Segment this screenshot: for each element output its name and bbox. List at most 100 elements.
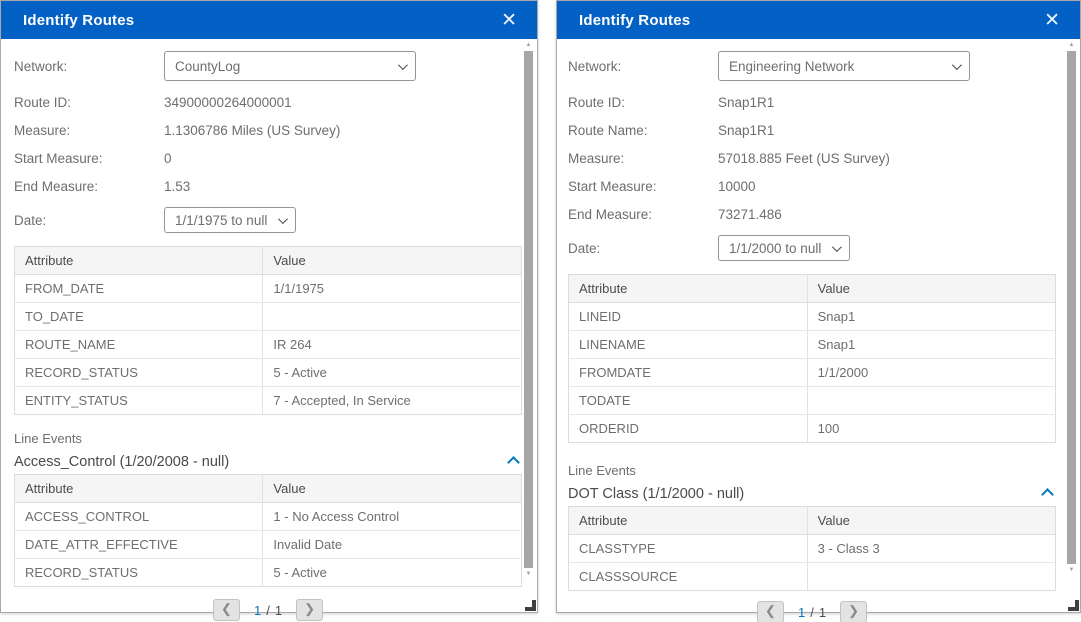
next-page-button[interactable]: ❯ (296, 599, 323, 621)
value-header: Value (807, 507, 1055, 535)
page-separator: / (810, 605, 814, 620)
vertical-scrollbar[interactable]: ▲ ▼ (523, 41, 534, 578)
measure-label: Measure: (14, 123, 164, 138)
line-events-label: Line Events (568, 463, 1056, 478)
pagination: ❮ 1 / 1 ❯ (14, 599, 522, 621)
table-header-row: Attribute Value (15, 247, 522, 275)
value-cell: 1 - No Access Control (263, 503, 522, 531)
date-select[interactable]: 1/1/2000 to null (718, 235, 850, 261)
attribute-cell: DATE_ATTR_EFFECTIVE (15, 531, 263, 559)
collapse-chevron-up-icon[interactable] (507, 456, 520, 469)
table-row: TODATE (569, 387, 1056, 415)
attribute-cell: RECORD_STATUS (15, 359, 263, 387)
resize-handle[interactable] (1068, 600, 1079, 611)
network-select[interactable]: Engineering Network (718, 51, 970, 81)
attribute-header: Attribute (569, 275, 808, 303)
line-event-attribute-table: Attribute Value ACCESS_CONTROL 1 - No Ac… (14, 474, 522, 587)
previous-page-button[interactable]: ❮ (213, 599, 240, 621)
line-event-section-header: DOT Class (1/1/2000 - null) (568, 486, 1056, 502)
network-field-row: Network: Engineering Network (568, 50, 1056, 82)
collapse-chevron-up-icon[interactable] (1041, 488, 1054, 501)
page-separator: / (266, 603, 270, 618)
resize-handle[interactable] (525, 600, 536, 611)
table-row: CLASSSOURCE (569, 563, 1056, 591)
line-events-label: Line Events (14, 431, 522, 446)
end-measure-value: 1.53 (164, 179, 190, 194)
attribute-cell: FROM_DATE (15, 275, 263, 303)
attribute-cell: ENTITY_STATUS (15, 387, 263, 415)
table-row: LINENAME Snap1 (569, 331, 1056, 359)
value-cell: IR 264 (263, 331, 522, 359)
attribute-cell: CLASSSOURCE (569, 563, 808, 591)
chevron-down-icon (952, 60, 962, 70)
scrollbar-up-icon[interactable]: ▲ (1069, 41, 1075, 49)
identify-routes-panel-right: Identify Routes ✕ Network: Engineering N… (556, 0, 1081, 613)
page-indicator: 1 / 1 (254, 603, 282, 618)
network-select-value: Engineering Network (729, 59, 854, 74)
date-select[interactable]: 1/1/1975 to null (164, 207, 296, 233)
value-header: Value (807, 275, 1055, 303)
scrollbar-down-icon[interactable]: ▼ (526, 570, 532, 578)
attribute-header: Attribute (15, 475, 263, 503)
line-event-attribute-table: Attribute Value CLASSTYPE 3 - Class 3 CL… (568, 506, 1056, 591)
identify-routes-panel-left: Identify Routes ✕ Network: CountyLog Rou… (0, 0, 538, 613)
route-id-row: Route ID: 34900000264000001 (14, 88, 522, 116)
next-page-button[interactable]: ❯ (840, 601, 867, 622)
start-measure-label: Start Measure: (14, 151, 164, 166)
pagination: ❮ 1 / 1 ❯ (568, 601, 1056, 622)
attribute-cell: ORDERID (569, 415, 808, 443)
table-header-row: Attribute Value (569, 507, 1056, 535)
total-pages: 1 (819, 605, 826, 620)
value-cell: 1/1/1975 (263, 275, 522, 303)
value-cell: Snap1 (807, 331, 1055, 359)
table-row: TO_DATE (15, 303, 522, 331)
network-label: Network: (14, 59, 164, 74)
scrollbar-thumb[interactable] (524, 51, 533, 568)
route-id-label: Route ID: (568, 95, 718, 110)
network-select[interactable]: CountyLog (164, 51, 416, 81)
network-select-value: CountyLog (175, 59, 240, 74)
panel-title: Identify Routes (23, 12, 134, 29)
value-header: Value (263, 247, 522, 275)
value-cell: 100 (807, 415, 1055, 443)
attribute-cell: FROMDATE (569, 359, 808, 387)
attribute-cell: LINEID (569, 303, 808, 331)
close-icon[interactable]: ✕ (497, 9, 521, 32)
close-icon[interactable]: ✕ (1040, 9, 1064, 32)
scrollbar-up-icon[interactable]: ▲ (526, 41, 532, 49)
attribute-cell: TODATE (569, 387, 808, 415)
attribute-header: Attribute (15, 247, 263, 275)
attribute-header: Attribute (569, 507, 808, 535)
vertical-scrollbar[interactable]: ▲ ▼ (1066, 41, 1077, 574)
attribute-cell: CLASSTYPE (569, 535, 808, 563)
route-id-value: 34900000264000001 (164, 95, 292, 110)
network-label: Network: (568, 59, 718, 74)
route-name-value: Snap1R1 (718, 123, 774, 138)
date-field-row: Date: 1/1/2000 to null (568, 232, 1056, 264)
value-cell (263, 303, 522, 331)
panel-content: Network: CountyLog Route ID: 34900000264… (1, 39, 537, 612)
line-event-section-title: Access_Control (1/20/2008 - null) (14, 454, 229, 470)
measure-label: Measure: (568, 151, 718, 166)
value-cell: Snap1 (807, 303, 1055, 331)
table-row: FROMDATE 1/1/2000 (569, 359, 1056, 387)
scrollbar-down-icon[interactable]: ▼ (1069, 566, 1075, 574)
scrollbar-thumb[interactable] (1067, 51, 1076, 564)
chevron-down-icon (398, 60, 408, 70)
end-measure-value: 73271.486 (718, 207, 782, 222)
attribute-cell: ACCESS_CONTROL (15, 503, 263, 531)
route-name-row: Route Name: Snap1R1 (568, 116, 1056, 144)
value-cell: 3 - Class 3 (807, 535, 1055, 563)
value-cell: Invalid Date (263, 531, 522, 559)
start-measure-row: Start Measure: 0 (14, 144, 522, 172)
table-row: ACCESS_CONTROL 1 - No Access Control (15, 503, 522, 531)
table-row: RECORD_STATUS 5 - Active (15, 559, 522, 587)
total-pages: 1 (275, 603, 282, 618)
value-cell: 1/1/2000 (807, 359, 1055, 387)
previous-page-button[interactable]: ❮ (757, 601, 784, 622)
network-field-row: Network: CountyLog (14, 50, 522, 82)
route-attribute-table: Attribute Value LINEID Snap1 LINENAME Sn… (568, 274, 1056, 443)
end-measure-label: End Measure: (14, 179, 164, 194)
attribute-cell: RECORD_STATUS (15, 559, 263, 587)
date-label: Date: (568, 241, 718, 256)
